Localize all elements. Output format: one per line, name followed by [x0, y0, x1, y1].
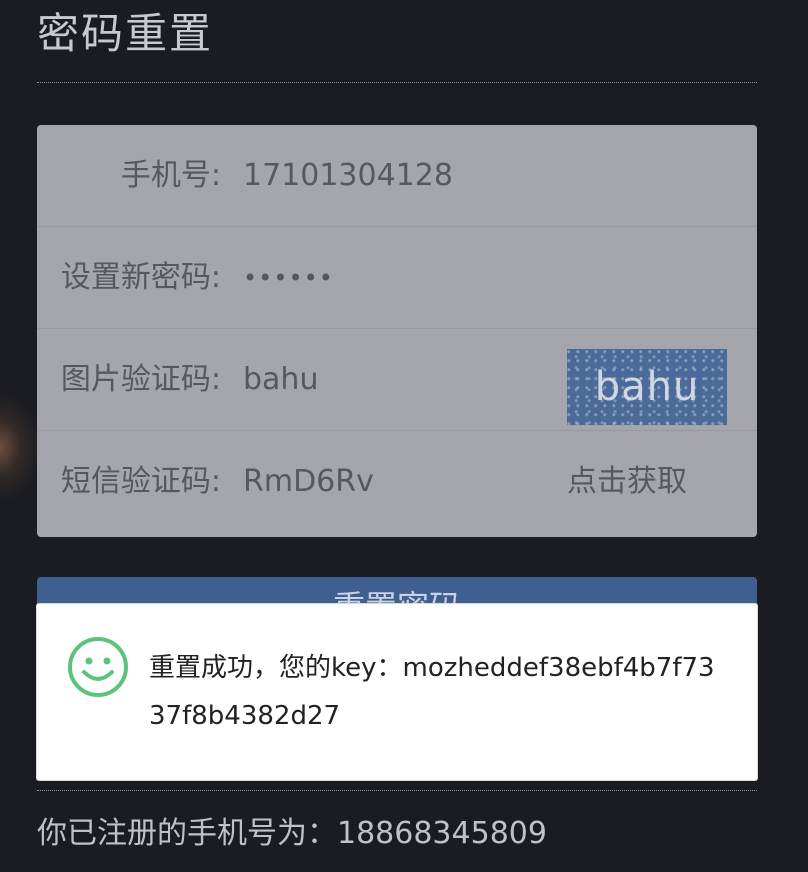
sms-row: 短信验证码: RmD6Rv 点击获取 [37, 431, 757, 533]
get-sms-code-button[interactable]: 点击获取 [567, 431, 687, 533]
captcha-row: 图片验证码: bahu bahu [37, 329, 757, 431]
toast-message: 重置成功，您的key：mozheddef38ebf4b7f7337f8b4382… [149, 653, 715, 731]
background-decoration [0, 392, 42, 502]
success-toast: 重置成功，您的key：mozheddef38ebf4b7f7337f8b4382… [36, 603, 758, 781]
password-label: 设置新密码: [60, 260, 221, 295]
smile-icon [68, 637, 128, 697]
title-divider [37, 82, 757, 83]
reset-form: 手机号: 17101304128 设置新密码: •••••• 图片验证码: ba… [37, 125, 757, 537]
captcha-label: 图片验证码: [60, 362, 221, 397]
password-input[interactable]: •••••• [243, 227, 334, 329]
phone-input[interactable]: 17101304128 [243, 125, 453, 227]
captcha-input[interactable]: bahu [243, 329, 318, 431]
registered-phone-text: 你已注册的手机号为：18868345809 [37, 816, 547, 851]
password-row: 设置新密码: •••••• [37, 227, 757, 329]
sms-label: 短信验证码: [60, 464, 221, 499]
phone-row: 手机号: 17101304128 [37, 125, 757, 227]
captcha-image-text: bahu [594, 364, 700, 410]
password-reset-page: 密码重置 手机号: 17101304128 设置新密码: •••••• 图片验证… [0, 0, 808, 872]
footer-divider [37, 790, 757, 791]
page-title: 密码重置 [37, 9, 214, 58]
sms-code-input[interactable]: RmD6Rv [243, 431, 374, 533]
captcha-image[interactable]: bahu [567, 349, 727, 425]
phone-label: 手机号: [120, 158, 221, 193]
